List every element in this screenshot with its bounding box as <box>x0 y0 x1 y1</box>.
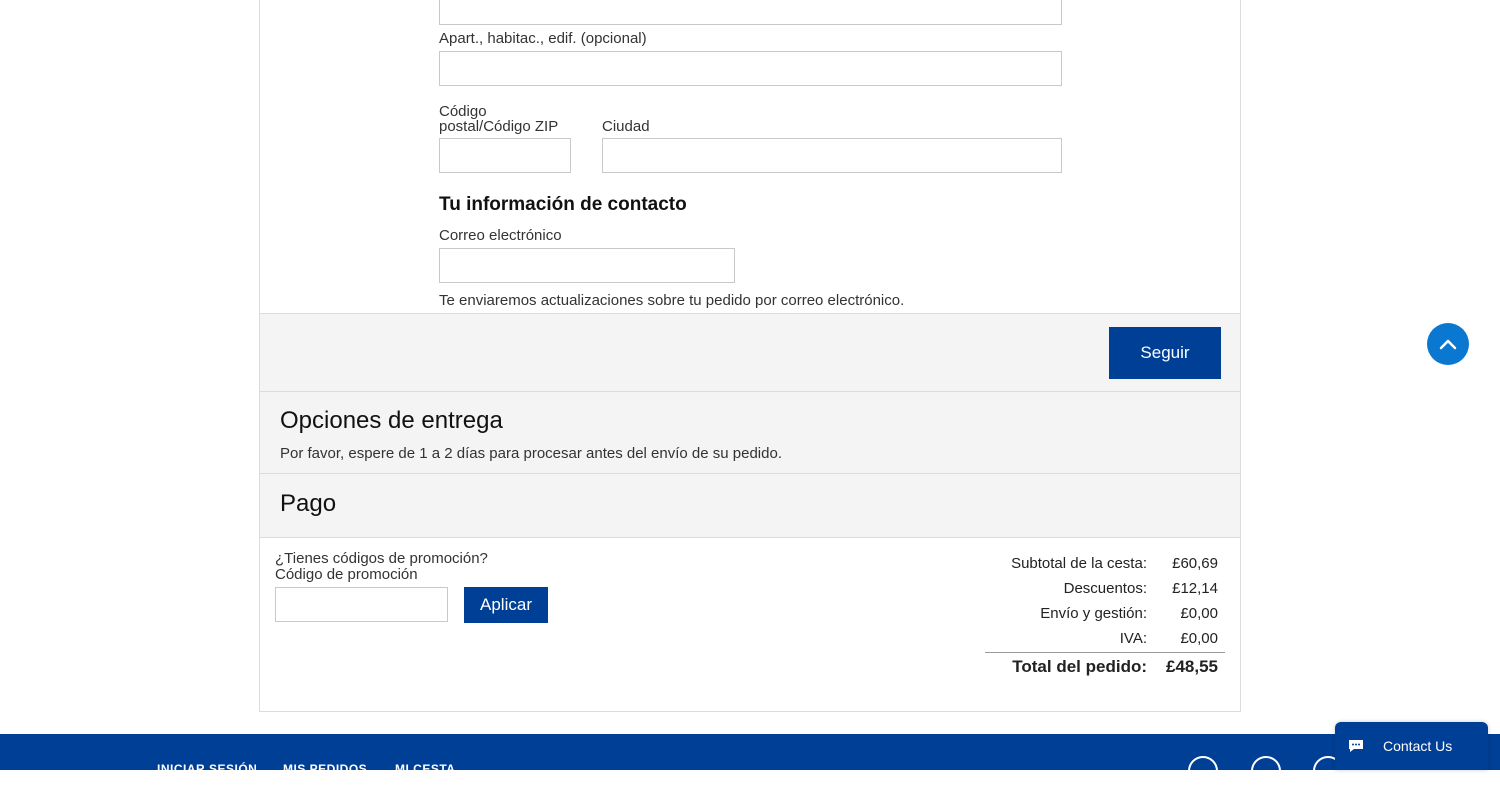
summary-row-subtotal: Subtotal de la cesta: £60,69 <box>985 555 1225 580</box>
email-note: Te enviaremos actualizaciones sobre tu p… <box>439 292 905 309</box>
chat-bubble-icon <box>1349 740 1363 752</box>
zip-label-line2: postal/Código ZIP <box>439 118 559 135</box>
summary-label: Subtotal de la cesta: <box>1011 555 1147 572</box>
city-label: Ciudad <box>602 118 650 135</box>
street-address-input[interactable] <box>439 0 1062 25</box>
promo-code-input[interactable] <box>275 587 448 622</box>
summary-label: Descuentos: <box>1063 580 1147 597</box>
contact-us-chat-button[interactable]: Contact Us <box>1335 722 1488 770</box>
delivery-description: Por favor, espere de 1 a 2 días para pro… <box>280 445 782 462</box>
total-value: £48,55 <box>1166 657 1218 676</box>
summary-label: Envío y gestión: <box>1040 605 1147 622</box>
city-input[interactable] <box>602 138 1062 173</box>
email-input[interactable] <box>439 248 735 283</box>
summary-row-total: Total del pedido: £48,55 <box>985 657 1225 682</box>
delivery-title: Opciones de entrega <box>280 407 503 434</box>
apt-label: Apart., habitac., edif. (opcional) <box>439 30 647 47</box>
payment-section[interactable]: Pago <box>260 473 1240 538</box>
apply-promo-button[interactable]: Aplicar <box>464 587 548 623</box>
payment-title: Pago <box>280 490 337 517</box>
chevron-up-icon <box>1439 339 1457 350</box>
summary-row-discounts: Descuentos: £12,14 <box>985 580 1225 605</box>
summary-row-vat: IVA: £0,00 <box>985 630 1225 655</box>
summary-value: £60,69 <box>1172 555 1218 572</box>
promo-label: Código de promoción <box>275 566 418 583</box>
summary-row-shipping: Envío y gestión: £0,00 <box>985 605 1225 630</box>
facebook-icon[interactable] <box>1188 756 1218 786</box>
total-label: Total del pedido: <box>1012 657 1147 676</box>
continue-button[interactable]: Seguir <box>1109 327 1221 379</box>
zip-label-line1: Código <box>439 103 487 120</box>
scroll-to-top-button[interactable] <box>1427 323 1469 365</box>
summary-value: £12,14 <box>1172 580 1218 597</box>
summary-label: IVA: <box>1119 630 1147 647</box>
footer-link-my-orders[interactable]: MIS PEDIDOS <box>283 762 367 776</box>
footer-link-sign-in[interactable]: INICIAR SESIÓN <box>157 762 257 776</box>
apt-input[interactable] <box>439 51 1062 86</box>
continue-bar: Seguir <box>260 313 1240 392</box>
email-label: Correo electrónico <box>439 227 562 244</box>
zip-input[interactable] <box>439 138 571 173</box>
summary-value: £0,00 <box>1180 630 1218 647</box>
footer-link-my-basket[interactable]: MI CESTA <box>395 762 455 776</box>
delivery-section[interactable]: Opciones de entrega Por favor, espere de… <box>260 391 1240 474</box>
twitter-icon[interactable] <box>1251 756 1281 786</box>
promo-question: ¿Tienes códigos de promoción? <box>275 550 488 567</box>
order-summary: Subtotal de la cesta: £60,69 Descuentos:… <box>985 555 1225 682</box>
contact-us-label: Contact Us <box>1383 738 1453 754</box>
site-footer: INICIAR SESIÓN MIS PEDIDOS MI CESTA <box>0 734 1500 786</box>
summary-value: £0,00 <box>1180 605 1218 622</box>
contact-heading: Tu información de contacto <box>439 194 687 215</box>
